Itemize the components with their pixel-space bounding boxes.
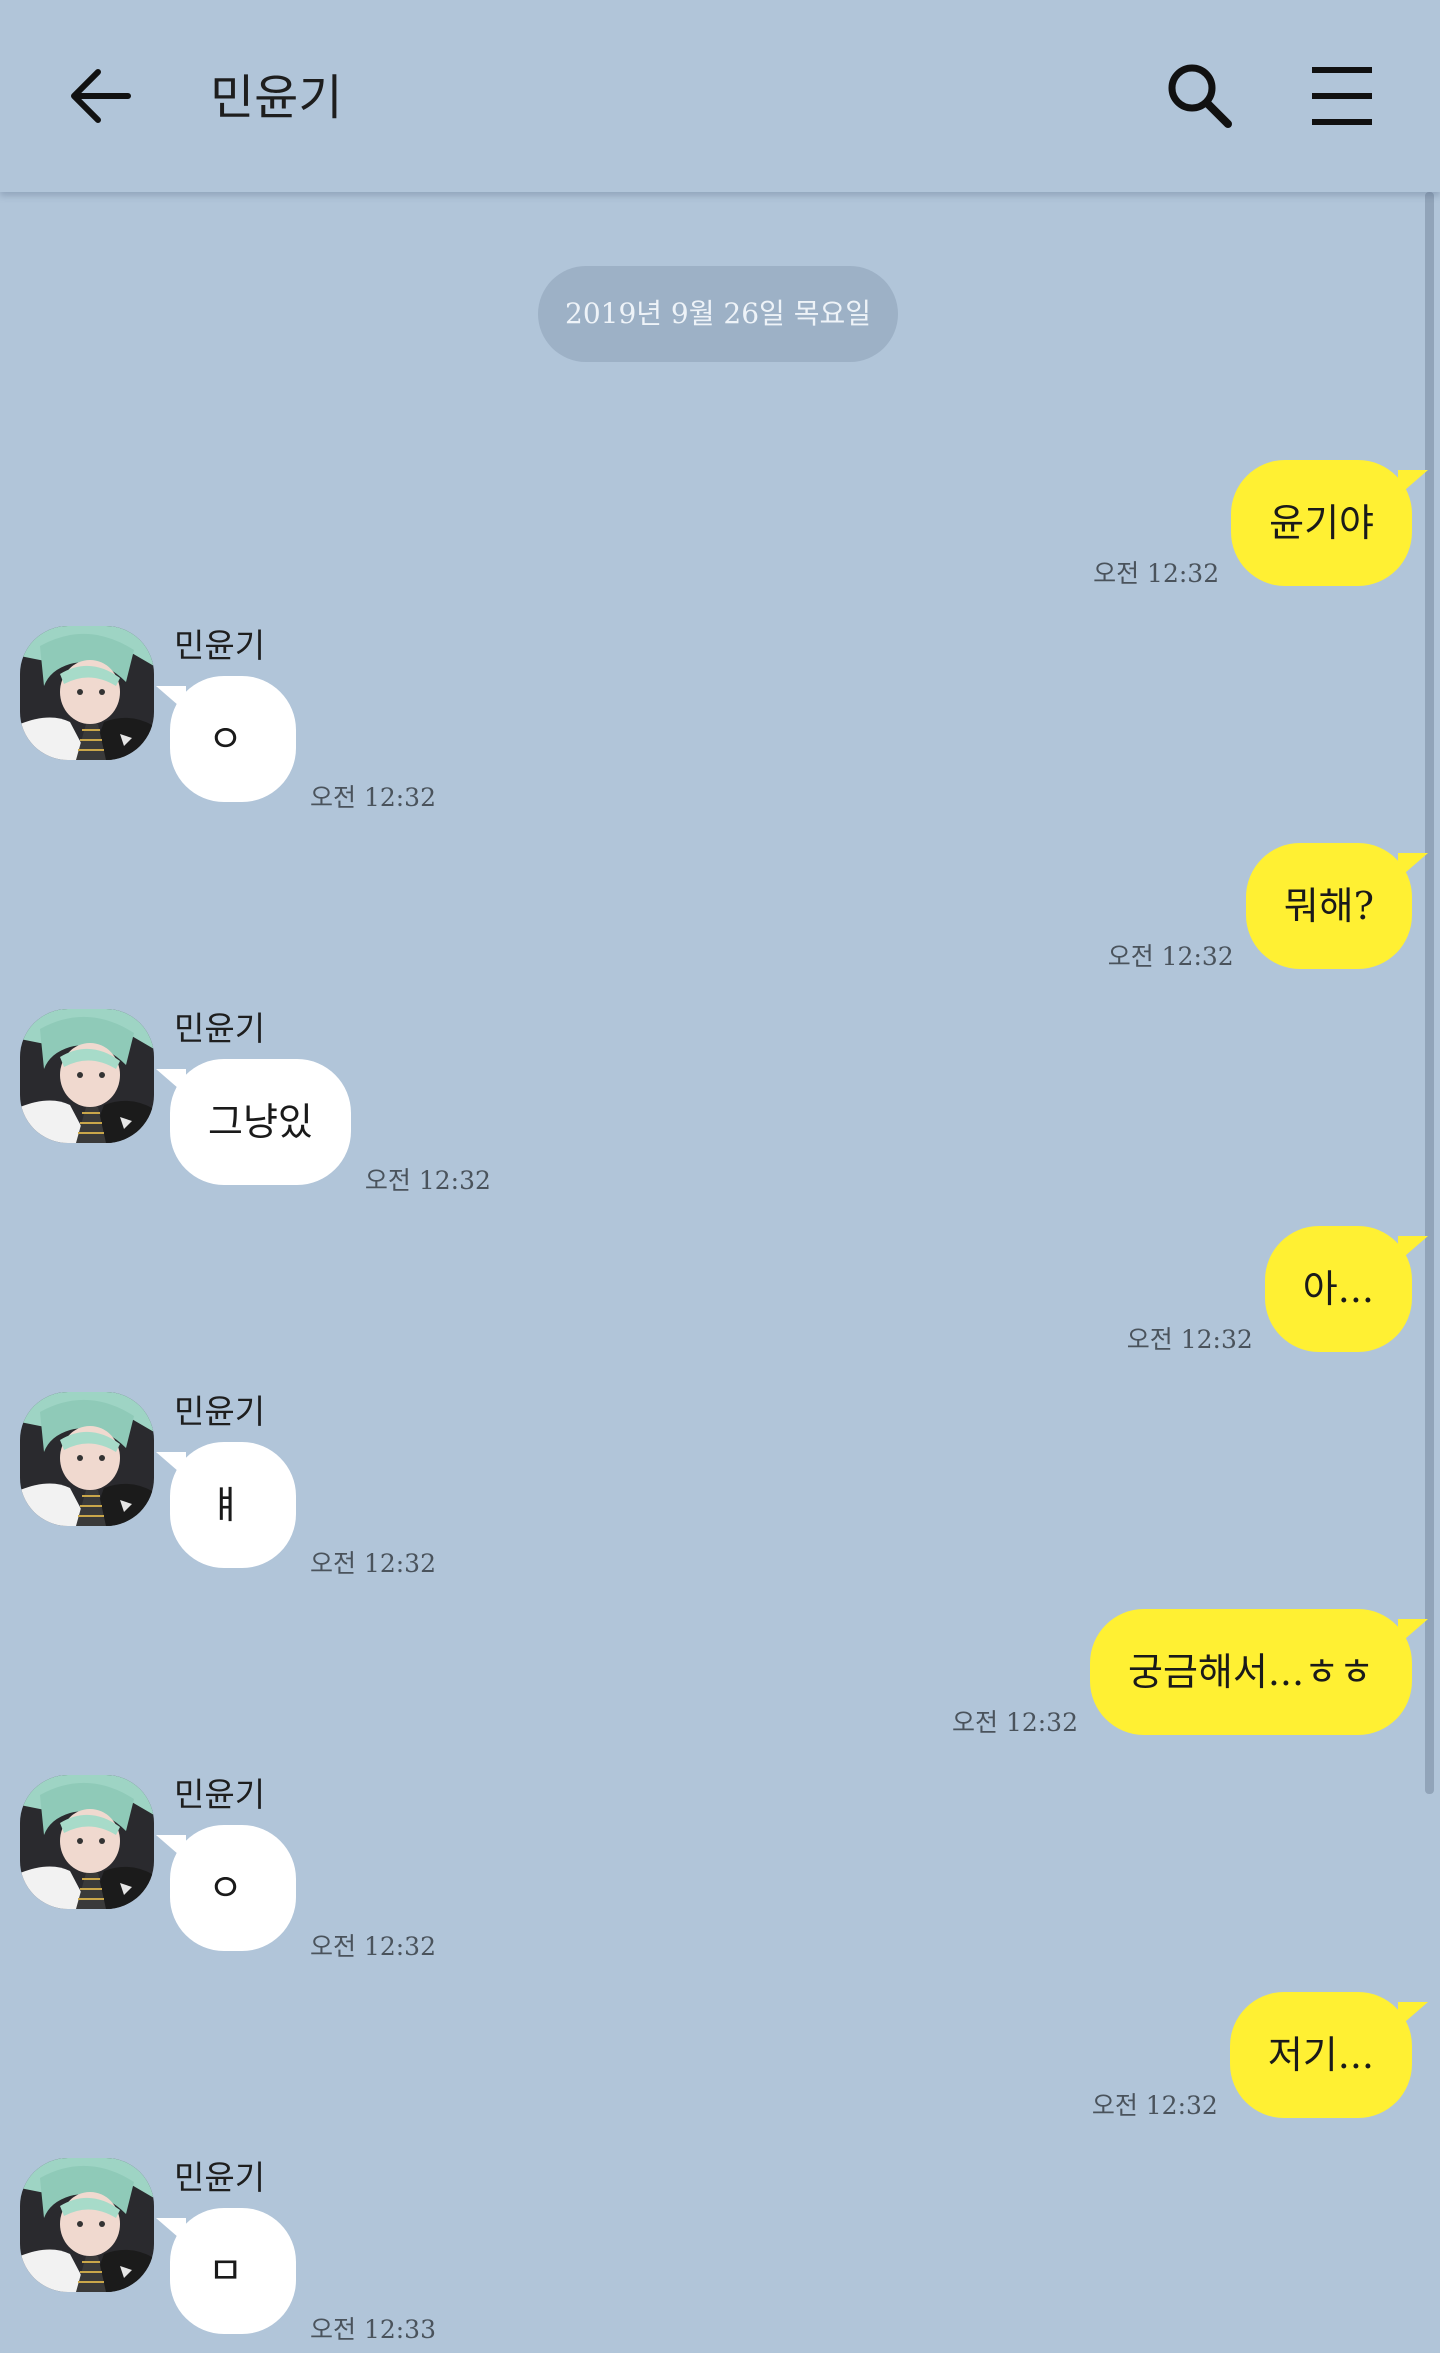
message-bubble[interactable]: ㅇ — [156, 1825, 296, 1951]
message-bubble[interactable]: 궁금해서...ㅎㅎ — [1090, 1609, 1428, 1735]
message-time: 오전 12:32 — [1093, 559, 1220, 588]
sender-avatar[interactable] — [20, 1392, 154, 1526]
sender-name: 민윤기 — [174, 1392, 266, 1431]
arrow-left-icon[interactable] — [64, 60, 136, 132]
sender-avatar[interactable] — [20, 2158, 154, 2292]
search-icon[interactable] — [1160, 56, 1240, 136]
message-time: 오전 12:32 — [310, 1549, 436, 1578]
sender-name: 민윤기 — [174, 2158, 266, 2197]
message-time: 오전 12:32 — [1107, 942, 1234, 971]
chat-title: 민윤기 — [210, 70, 343, 126]
date-divider: 2019년 9월 26일 목요일 — [538, 266, 898, 362]
sender-avatar[interactable] — [20, 626, 154, 760]
message-bubble[interactable]: ㅇ — [156, 676, 296, 802]
message-bubble[interactable]: 그냥있 — [156, 1059, 351, 1185]
message-time: 오전 12:33 — [310, 2315, 436, 2344]
sender-avatar[interactable] — [20, 1009, 154, 1143]
message-time: 오전 12:32 — [1126, 1325, 1253, 1354]
message-time: 오전 12:32 — [310, 1932, 436, 1961]
message-time: 오전 12:32 — [310, 783, 436, 812]
message-bubble[interactable]: 아... — [1264, 1226, 1429, 1352]
message-time: 오전 12:32 — [364, 1166, 491, 1195]
message-time: 오전 12:32 — [1091, 2091, 1218, 2120]
chat-header: 민윤기 — [0, 0, 1440, 192]
sender-avatar[interactable] — [20, 1775, 154, 1909]
hamburger-menu-icon[interactable] — [1306, 60, 1378, 132]
sender-name: 민윤기 — [174, 1775, 266, 1814]
message-bubble[interactable]: ㅒ — [156, 1442, 296, 1568]
sender-name: 민윤기 — [174, 1009, 266, 1048]
sender-name: 민윤기 — [174, 626, 266, 665]
message-time: 오전 12:32 — [952, 1708, 1078, 1737]
message-bubble[interactable]: 뭐해? — [1245, 843, 1429, 969]
message-bubble[interactable]: ㅁ — [156, 2208, 296, 2334]
scrollbar[interactable] — [1425, 192, 1434, 1794]
message-bubble[interactable]: 윤기야 — [1231, 460, 1428, 586]
message-bubble[interactable]: 저기... — [1229, 1992, 1429, 2118]
